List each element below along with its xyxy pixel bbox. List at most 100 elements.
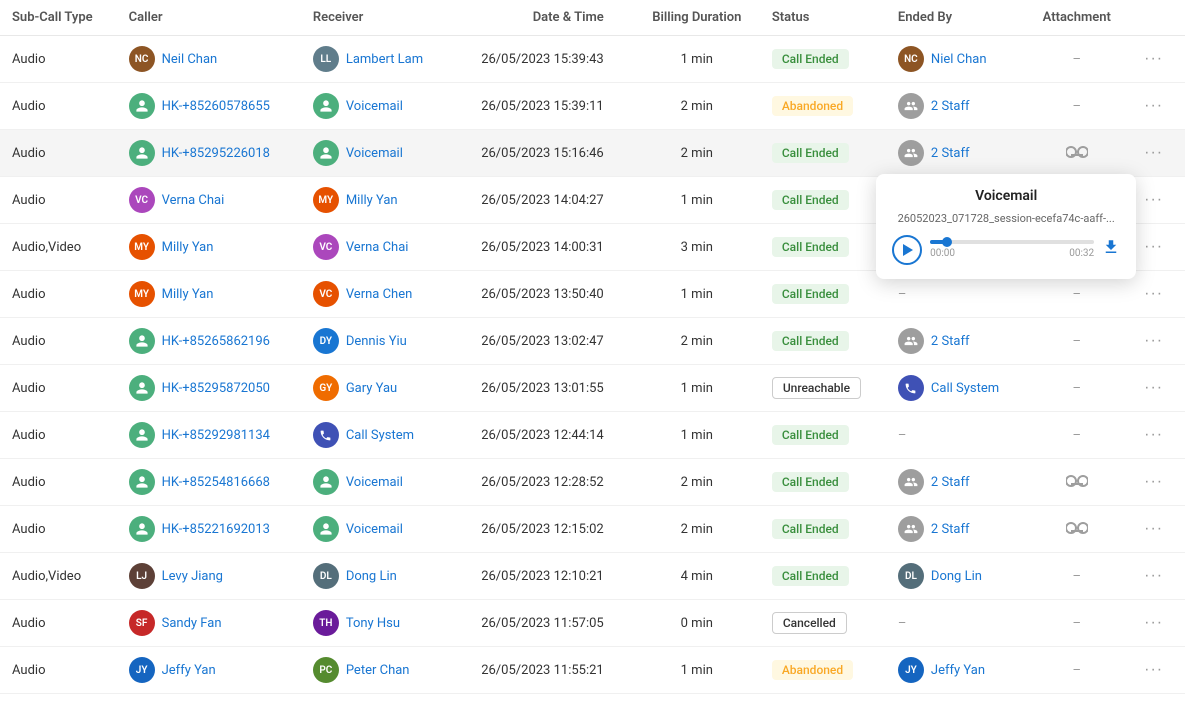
date-time-cell: 26/05/2023 13:01:55	[450, 365, 633, 412]
status-cell: Abandoned	[760, 647, 886, 694]
receiver-link[interactable]: Peter Chan	[346, 663, 410, 678]
ended-by-link[interactable]: 2 Staff	[931, 334, 970, 349]
caller-link[interactable]: HK-+85221692013	[162, 522, 270, 537]
billing-duration-cell: 1 min	[634, 36, 760, 83]
receiver-link[interactable]: Tony Hsu	[346, 616, 400, 631]
receiver-link[interactable]: Lambert Lam	[346, 52, 423, 67]
more-actions-button[interactable]: ···	[1140, 659, 1167, 681]
receiver-link[interactable]: Milly Yan	[346, 193, 398, 208]
table-row: AudioSFSandy FanTHTony Hsu26/05/2023 11:…	[0, 600, 1185, 647]
sub-call-type-cell: Audio	[0, 506, 117, 553]
receiver-link[interactable]: Verna Chen	[346, 287, 412, 302]
more-actions-button[interactable]: ···	[1140, 424, 1167, 446]
caller-link[interactable]: Sandy Fan	[162, 616, 222, 631]
caller-link[interactable]: Levy Jiang	[162, 569, 223, 584]
ended-by-link[interactable]: 2 Staff	[931, 522, 970, 537]
more-actions-button[interactable]: ···	[1140, 377, 1167, 399]
more-actions-cell: ···	[1128, 83, 1185, 130]
status-cell: Call Ended	[760, 271, 886, 318]
voicemail-icon[interactable]	[1066, 520, 1088, 539]
download-button[interactable]	[1102, 238, 1120, 261]
caller-link[interactable]: HK-+85260578655	[162, 99, 270, 114]
ended-by-link[interactable]: 2 Staff	[931, 146, 970, 161]
voicemail-icon[interactable]	[1066, 473, 1088, 492]
more-actions-button[interactable]: ···	[1140, 283, 1167, 305]
date-time-cell: 26/05/2023 15:39:11	[450, 83, 633, 130]
more-actions-cell: ···	[1128, 36, 1185, 83]
more-actions-button[interactable]: ···	[1140, 565, 1167, 587]
caller-cell: HK-+85292981134	[117, 412, 301, 459]
avatar: GY	[313, 375, 339, 401]
more-actions-button[interactable]: ···	[1140, 330, 1167, 352]
more-actions-cell: ···	[1128, 224, 1185, 271]
receiver-link[interactable]: Voicemail	[346, 475, 403, 490]
receiver-link[interactable]: Call System	[346, 428, 414, 443]
voicemail-icon[interactable]	[1066, 144, 1088, 163]
date: 26/05/2023	[481, 616, 550, 631]
caller-link[interactable]: Milly Yan	[162, 287, 214, 302]
ended-by-link[interactable]: Dong Lin	[931, 569, 982, 584]
receiver-cell: Voicemail	[301, 83, 451, 130]
attachment-cell: –	[1025, 647, 1128, 694]
more-actions-button[interactable]: ···	[1140, 236, 1167, 258]
status-badge: Call Ended	[772, 49, 849, 69]
receiver-link[interactable]: Voicemail	[346, 522, 403, 537]
ended-by-link[interactable]: 2 Staff	[931, 99, 970, 114]
avatar: DL	[313, 563, 339, 589]
more-actions-button[interactable]: ···	[1140, 95, 1167, 117]
caller-cell: HK-+85260578655	[117, 83, 301, 130]
avatar	[129, 516, 155, 542]
caller-link[interactable]: Verna Chai	[162, 193, 225, 208]
more-actions-button[interactable]: ···	[1140, 612, 1167, 634]
sub-call-type-cell: Audio	[0, 459, 117, 506]
receiver-cell: VCVerna Chai	[301, 224, 451, 271]
more-actions-cell: ···	[1128, 318, 1185, 365]
caller-link[interactable]: HK-+85254816668	[162, 475, 270, 490]
avatar	[313, 93, 339, 119]
more-actions-button[interactable]: ···	[1140, 48, 1167, 70]
caller-link[interactable]: Jeffy Yan	[162, 663, 216, 678]
status-cell: Call Ended	[760, 36, 886, 83]
receiver-link[interactable]: Dong Lin	[346, 569, 397, 584]
receiver-cell: LLLambert Lam	[301, 36, 451, 83]
receiver-link[interactable]: Gary Yau	[346, 381, 397, 396]
caller-link[interactable]: HK-+85295872050	[162, 381, 270, 396]
attachment-cell: Voicemail 26052023_071728_session-ecefa7…	[1025, 130, 1128, 177]
status-badge: Call Ended	[772, 237, 849, 257]
time: 13:01:55	[554, 381, 604, 396]
time: 12:10:21	[554, 569, 604, 584]
status-cell: Unreachable	[760, 365, 886, 412]
receiver-link[interactable]: Verna Chai	[346, 240, 409, 255]
avatar	[313, 140, 339, 166]
caller-link[interactable]: HK-+85295226018	[162, 146, 270, 161]
more-actions-button[interactable]: ···	[1140, 142, 1167, 164]
sub-call-type-cell: Audio,Video	[0, 224, 117, 271]
more-actions-button[interactable]: ···	[1140, 518, 1167, 540]
ended-by-link[interactable]: Niel Chan	[931, 52, 987, 67]
ended-by-link[interactable]: Call System	[931, 381, 999, 396]
date: 26/05/2023	[481, 475, 550, 490]
more-actions-cell: ···	[1128, 177, 1185, 224]
caller-link[interactable]: Milly Yan	[162, 240, 214, 255]
caller-link[interactable]: HK-+85265862196	[162, 334, 270, 349]
billing-duration-cell: 1 min	[634, 177, 760, 224]
ended-by-link[interactable]: 2 Staff	[931, 475, 970, 490]
table-header-row: Sub-Call Type Caller Receiver Date & Tim…	[0, 0, 1185, 36]
play-button[interactable]	[892, 235, 922, 265]
receiver-link[interactable]: Voicemail	[346, 99, 403, 114]
caller-link[interactable]: HK-+85292981134	[162, 428, 270, 443]
receiver-link[interactable]: Dennis Yiu	[346, 334, 407, 349]
status-cell: Call Ended	[760, 412, 886, 459]
col-status: Status	[760, 0, 886, 36]
more-actions-cell: ···	[1128, 130, 1185, 177]
ended-by-link[interactable]: Jeffy Yan	[931, 663, 985, 678]
more-actions-button[interactable]: ···	[1140, 471, 1167, 493]
receiver-link[interactable]: Voicemail	[346, 146, 403, 161]
more-actions-button[interactable]: ···	[1140, 189, 1167, 211]
avatar: TH	[313, 610, 339, 636]
audio-progress[interactable]: 00:00 00:32	[930, 240, 1094, 259]
col-actions	[1128, 0, 1185, 36]
avatar: DY	[313, 328, 339, 354]
receiver-cell: GY Gary Yau	[301, 365, 451, 412]
caller-link[interactable]: Neil Chan	[162, 52, 218, 67]
